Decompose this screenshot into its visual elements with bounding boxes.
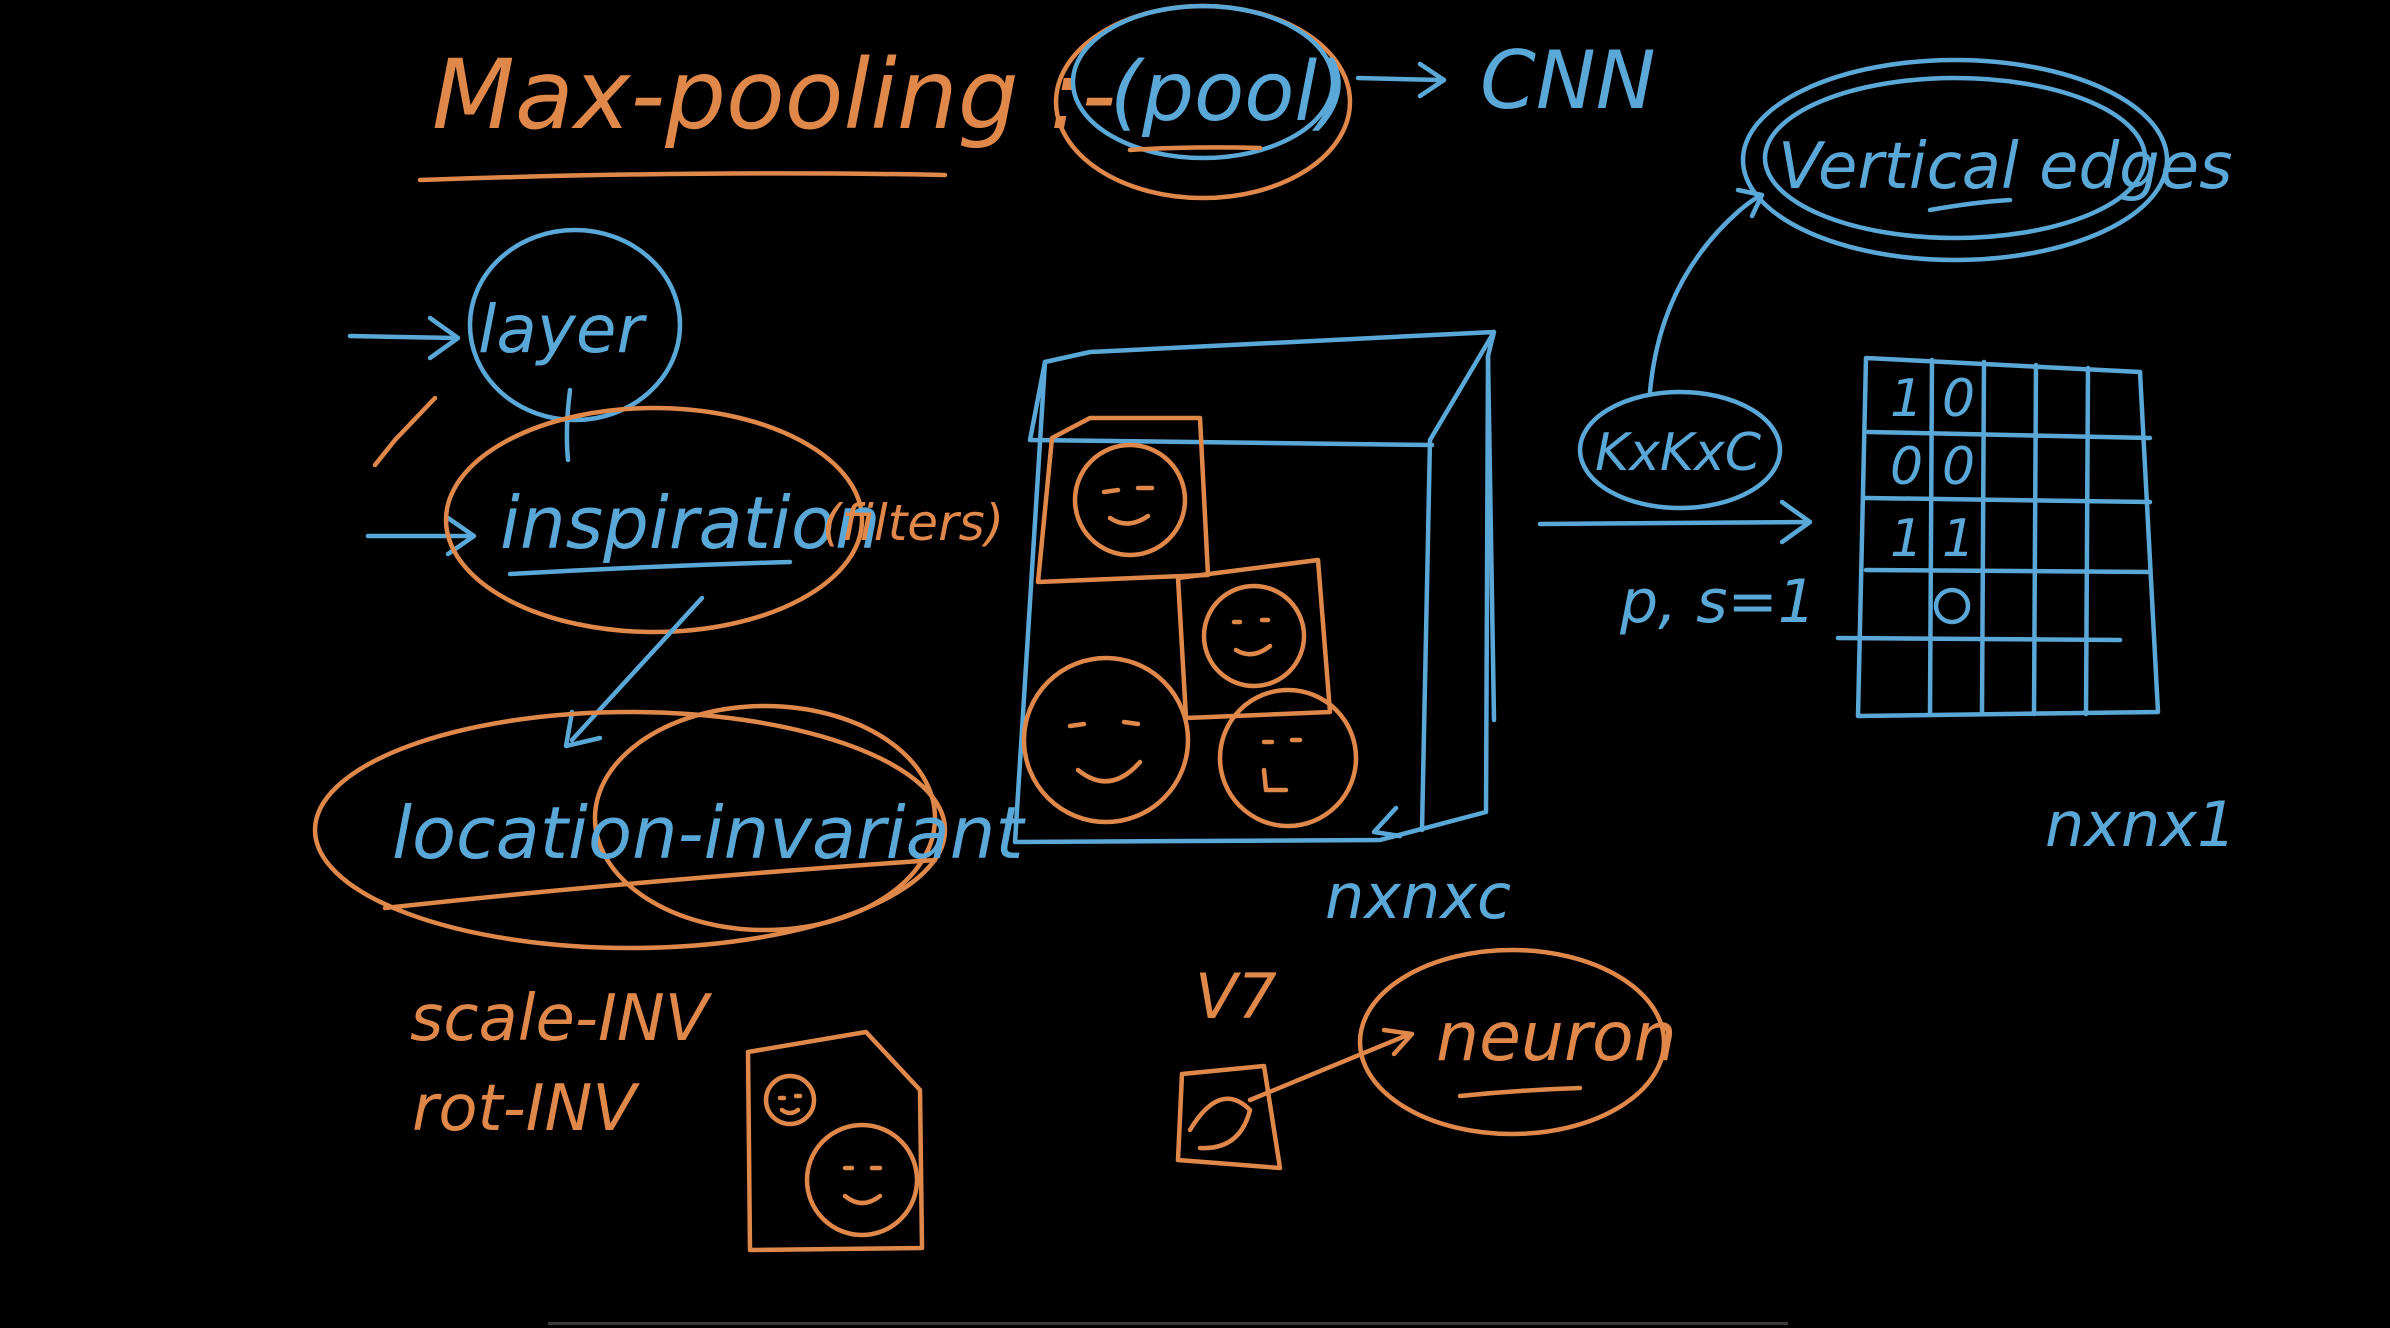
grid-cell-marker-icon bbox=[1933, 587, 1971, 625]
small-face-features bbox=[777, 1093, 803, 1116]
check-mark bbox=[372, 395, 438, 468]
small-face-icon bbox=[763, 1073, 817, 1127]
volume-dims-text: nxnxc bbox=[1325, 860, 1511, 933]
face-4-features bbox=[1261, 737, 1303, 793]
face-4-icon bbox=[1217, 687, 1359, 829]
inspiration-to-location-arrow bbox=[563, 595, 705, 749]
face-2-features bbox=[1231, 617, 1273, 657]
grid-cell-r2c1: 0 bbox=[1890, 437, 1923, 497]
grid-cell-r1c2: 0 bbox=[1942, 369, 1975, 429]
v7-text: V7 bbox=[1195, 960, 1277, 1033]
rot-inv-text: rot-INV bbox=[412, 1072, 640, 1146]
kernel-text: KxKxC bbox=[1595, 423, 1762, 483]
face-3-features bbox=[1067, 719, 1143, 784]
grid-cell-r2c2: 0 bbox=[1942, 437, 1975, 497]
face-1-icon bbox=[1072, 442, 1188, 558]
whiteboard-canvas: Max-pooling :- (pool) CNN layer inspirat… bbox=[0, 0, 2390, 1328]
params-text: p, s=1 bbox=[1619, 567, 1816, 637]
layer-input-arrow bbox=[347, 315, 461, 361]
filters-text: (filters) bbox=[822, 494, 1004, 552]
title-text: Max-pooling :- bbox=[432, 39, 1116, 151]
scale-inv-text: scale-INV bbox=[410, 982, 713, 1056]
large-face-features bbox=[842, 1165, 883, 1206]
kernel-to-edges-arrow bbox=[1647, 187, 1765, 395]
small-image-frame bbox=[745, 1029, 925, 1253]
volume-arrowhead bbox=[1371, 805, 1403, 839]
large-face-icon bbox=[804, 1122, 920, 1238]
grid-cell-r3c1: 1 bbox=[1890, 509, 1923, 569]
title-underline bbox=[417, 171, 948, 183]
vertical-edges-text: Vertical edges bbox=[1778, 130, 2232, 204]
layer-text: layer bbox=[478, 291, 647, 368]
pool-to-cnn-arrow bbox=[1355, 61, 1447, 99]
inspiration-input-arrow bbox=[365, 515, 477, 557]
grid-cell-r3c2: 1 bbox=[1942, 509, 1975, 569]
v7-scribble bbox=[1187, 1096, 1253, 1151]
output-dims-text: nxnx1 bbox=[2045, 788, 2236, 861]
pool-underline bbox=[1127, 145, 1263, 153]
layer-connector bbox=[564, 387, 573, 463]
v7-receptive-field bbox=[1175, 1063, 1283, 1171]
whiteboard-drawing: Max-pooling :- (pool) CNN layer inspirat… bbox=[312, 3, 2236, 1253]
pool-text: (pool) bbox=[1110, 45, 1349, 140]
grid-cell-r1c1: 1 bbox=[1890, 369, 1923, 429]
output-grid-rows bbox=[1835, 429, 2153, 643]
neuron-text: neuron bbox=[1436, 998, 1677, 1077]
bottom-edge-line bbox=[548, 1322, 1788, 1325]
neuron-underline bbox=[1457, 1085, 1583, 1099]
face-1-features bbox=[1101, 485, 1155, 526]
face-3-icon bbox=[1021, 655, 1191, 825]
v7-to-neuron-arrow bbox=[1247, 1027, 1415, 1103]
cnn-text: CNN bbox=[1480, 34, 1656, 127]
face-2-icon bbox=[1201, 583, 1307, 689]
